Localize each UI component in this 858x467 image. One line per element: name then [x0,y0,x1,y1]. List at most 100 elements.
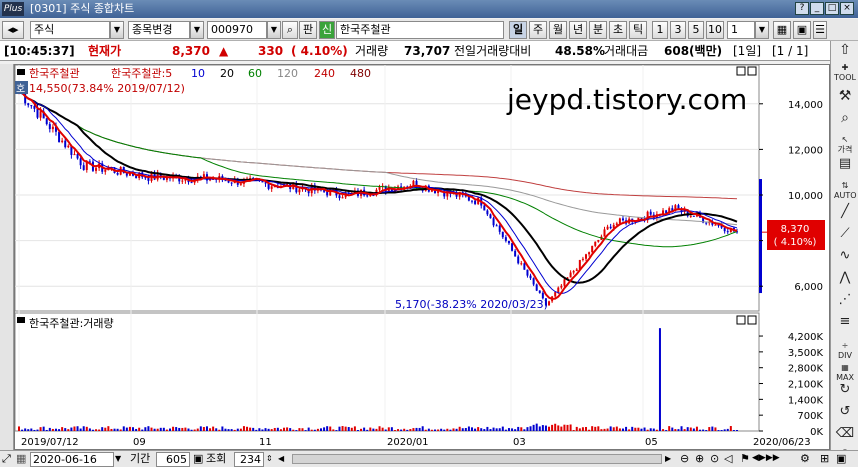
list-icon[interactable]: ☰ [813,21,827,39]
panel-close-icon[interactable] [747,315,757,325]
volume-bar [615,426,618,431]
volume-bar [360,428,363,431]
current-price-tag-value: 8,370 [781,224,810,235]
nav-arrows-icon[interactable]: ◂▸ [2,21,24,39]
volume-bar [720,430,723,431]
interval-10[interactable]: 10 [706,21,724,39]
volume-bar [48,427,51,431]
chart-window: Plus [0301] 주식 종합차트 ? _ □ × ◂▸ 주식 ▼ 종목변경… [0,0,858,467]
help-icon[interactable]: ? [795,2,809,15]
price-tick-label: 12,000 [788,145,823,156]
volume-bar [156,428,159,431]
div-label: DIV [838,351,852,360]
scroll-right-icon[interactable]: ▶ [665,451,671,466]
volume-bar [67,429,70,431]
chevron-down-icon[interactable]: ▼ [190,21,204,39]
period-minute[interactable]: 분 [589,21,607,39]
candle-body [489,214,492,219]
period-year[interactable]: 년 [569,21,587,39]
interval-1[interactable]: 1 [652,21,668,39]
volume-bar [341,426,344,431]
interval-input[interactable]: 1 [727,21,755,39]
flag-icon[interactable]: ⚑ [740,451,750,466]
candle-body [618,218,621,224]
panel-restore-icon[interactable] [736,66,746,76]
candle-body [76,154,79,159]
nav-arrows-icon[interactable]: ◀▶▶▶ [752,451,780,466]
ruler-icon[interactable]: ≡ [834,315,856,339]
volume-bar [514,429,517,431]
compare-icon[interactable]: ▤ [834,157,856,181]
price-tick-label: 14,000 [788,100,823,111]
interval-3[interactable]: 3 [670,21,686,39]
pan-button[interactable]: 판 [299,21,317,39]
search-icon[interactable]: ⌕ [282,21,298,39]
period-week[interactable]: 주 [529,21,547,39]
interval-5[interactable]: 5 [688,21,704,39]
scroll-left-icon[interactable]: ◀ [278,451,284,466]
volume-bar [205,426,208,431]
volume-bar [526,427,529,431]
chevron-down-icon[interactable]: ▼ [115,451,121,466]
auto-icon[interactable]: ⇅ AUTO [834,181,857,203]
volume-bar [544,425,547,431]
horizontal-scrollbar[interactable] [292,454,662,464]
candle-body [224,180,227,182]
volume-bar [125,427,128,431]
volume-bar [621,428,624,431]
amount-label: 거래대금 [604,44,649,58]
period-input[interactable]: 605 [156,452,190,467]
volume-bar [631,426,634,431]
divide-icon[interactable]: ÷ DIV [834,341,856,363]
candle-body [486,210,489,215]
volume-bar [42,426,45,431]
stock-code-input[interactable]: 000970 [207,21,267,39]
zoom-in-icon[interactable]: ⊕ [695,451,704,466]
volume-bar [264,428,267,431]
tool-icon[interactable]: ✚ TOOL [834,63,856,85]
volume-bar [705,430,708,431]
minimize-icon[interactable]: _ [810,2,824,15]
market-select[interactable]: 주식 [30,21,110,39]
period-second[interactable]: 초 [609,21,627,39]
legend-ma20: 20 [220,67,234,80]
volume-bar [541,425,544,431]
change-stock-select[interactable]: 종목변경 [128,21,190,39]
panel-close-icon[interactable] [747,66,757,76]
chevron-down-icon[interactable]: ▼ [110,21,124,39]
volume-bar [421,426,424,431]
candle-body [557,287,560,293]
period-day[interactable]: 일 [509,21,527,39]
view-input[interactable]: 234 [234,452,264,467]
chevron-down-icon[interactable]: ▼ [267,21,281,39]
period-tick[interactable]: 틱 [629,21,647,39]
volume-bar [76,426,79,431]
volume-bar [489,429,492,431]
candle-body [470,200,473,202]
close-icon[interactable]: × [840,2,854,15]
volume-bar [242,426,245,431]
reset-icon[interactable]: ⊙ [710,451,719,466]
link-icon[interactable]: ⊞ [820,451,829,466]
grid-icon[interactable]: ▦ [773,21,791,39]
period-month[interactable]: 월 [549,21,567,39]
save-icon[interactable]: ▣ [793,21,811,39]
zoom-out-icon[interactable]: ⊖ [680,451,689,466]
calendar-icon[interactable]: ▦ [16,451,26,466]
panel-restore-icon[interactable] [736,315,746,325]
search-icon[interactable]: ⌕ [834,111,856,135]
chevron-down-icon[interactable]: ▼ [755,21,769,39]
spin-icon[interactable]: ⇕ [266,451,273,466]
date-input[interactable]: 2020-06-16 [30,452,114,467]
volume-tick-label: 700K [797,411,823,422]
price-icon[interactable]: ↖ 가격 [834,135,856,157]
volume-bar [474,428,477,431]
lock-icon[interactable]: ▣ [836,451,846,466]
draw-icon[interactable]: ⤢ [2,451,11,466]
volume-bar [61,427,64,431]
maximize-icon[interactable]: □ [825,2,839,15]
volume-bar [178,427,181,431]
title-bar: Plus [0301] 주식 종합차트 ? _ □ × [0,0,858,18]
settings-icon[interactable]: ⚙ [800,451,810,466]
first-icon[interactable]: ◁ [724,451,732,466]
